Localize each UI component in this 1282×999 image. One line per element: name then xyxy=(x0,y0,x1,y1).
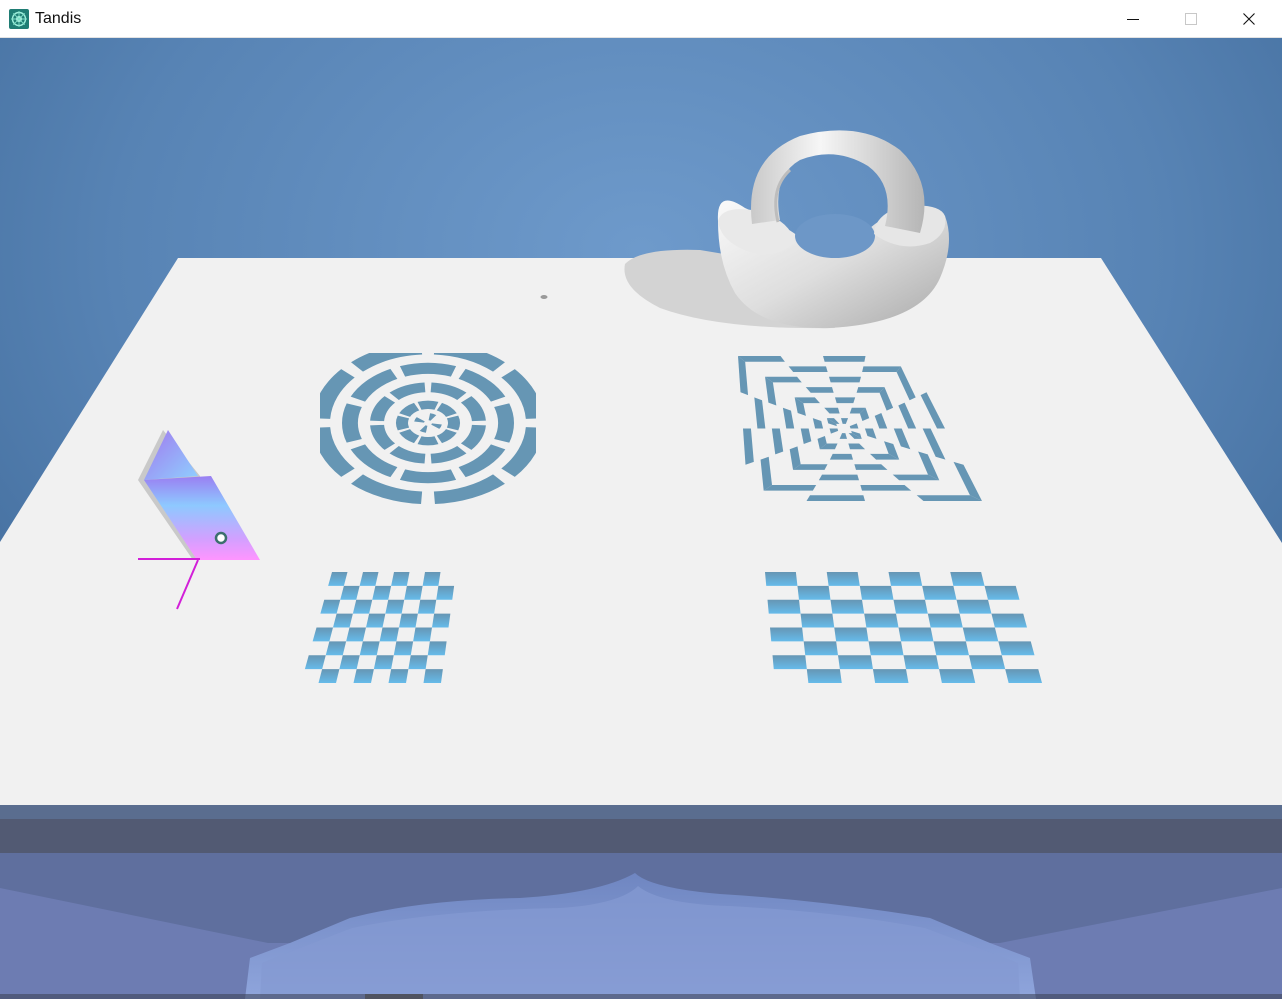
minimize-button[interactable] xyxy=(1104,0,1162,38)
checker-cell xyxy=(318,669,340,683)
checker-cell xyxy=(339,655,360,670)
checker-cell xyxy=(427,641,447,656)
table-edge-band xyxy=(0,805,1282,819)
small-dot-marker xyxy=(540,295,548,299)
checker-cell xyxy=(388,669,409,683)
checker-cell xyxy=(950,572,985,586)
checker-cell xyxy=(888,572,923,586)
checker-cell xyxy=(800,613,835,628)
checker-cell xyxy=(984,585,1020,600)
title-bar[interactable]: Tandis xyxy=(0,0,1282,38)
spiral-band xyxy=(823,356,866,362)
checker-cell xyxy=(826,572,860,586)
3d-viewport[interactable] xyxy=(0,38,1282,999)
checker-cell xyxy=(806,669,842,683)
checker-cell xyxy=(864,613,899,628)
spiral-band xyxy=(738,356,785,362)
checker-cell xyxy=(770,627,804,642)
cup-opening xyxy=(795,214,875,258)
checker-cell xyxy=(956,599,992,614)
checker-cell xyxy=(962,627,999,642)
app-window: Tandis xyxy=(0,0,1282,999)
checker-cell xyxy=(991,613,1027,628)
checker-cell xyxy=(379,627,399,642)
checker-cell xyxy=(898,627,934,642)
checker-cell xyxy=(893,599,928,614)
scene-canvas[interactable] xyxy=(0,38,1282,999)
checker-cell xyxy=(353,669,374,683)
checker-cell xyxy=(933,641,969,656)
checker-cell xyxy=(868,641,904,656)
checker-cell xyxy=(393,641,414,656)
checker-cell xyxy=(373,655,394,670)
bottom-edge xyxy=(0,994,1282,999)
spiral-band xyxy=(862,366,901,373)
close-icon xyxy=(1243,13,1255,25)
checker-cell xyxy=(939,669,976,683)
checker-cell xyxy=(830,599,865,614)
checker-cell xyxy=(1005,669,1042,683)
pivot-handle[interactable] xyxy=(214,531,228,545)
checker-cell xyxy=(922,585,957,600)
checker-cell xyxy=(797,585,831,600)
checker-cell xyxy=(359,641,380,656)
checker-cell xyxy=(838,655,873,670)
checker-cell xyxy=(413,627,432,642)
checker-cell xyxy=(436,585,455,600)
checker-cell xyxy=(834,627,869,642)
checker-cell xyxy=(765,572,798,586)
checker-cell xyxy=(385,599,405,614)
checker-cell xyxy=(372,585,392,600)
checker-cell xyxy=(408,655,428,670)
maximize-icon xyxy=(1185,13,1197,25)
spiral-band xyxy=(763,484,817,491)
checker-cell xyxy=(423,669,443,683)
minimize-icon xyxy=(1127,19,1139,20)
spiral-band xyxy=(829,453,853,460)
checker-cell xyxy=(404,585,423,600)
spiral-band xyxy=(860,484,912,491)
spiral-band xyxy=(818,474,859,481)
spiral-band xyxy=(829,376,861,383)
close-button[interactable] xyxy=(1220,0,1278,38)
checker-cell xyxy=(391,572,410,586)
table-shadow-band xyxy=(0,819,1282,853)
checker-cell xyxy=(803,641,838,656)
app-logo-icon xyxy=(9,9,29,29)
checker-cell xyxy=(772,655,807,670)
checker-cell xyxy=(366,613,386,628)
checker-cell xyxy=(417,599,437,614)
checker-cell xyxy=(872,669,909,683)
checker-cell xyxy=(346,627,366,642)
checker-cell xyxy=(998,641,1035,656)
spiral-band xyxy=(835,397,856,404)
spiral-band xyxy=(788,366,828,373)
checker-cell xyxy=(432,613,451,628)
checker-cell xyxy=(859,585,894,600)
checker-cell xyxy=(422,572,441,586)
checker-cell xyxy=(399,613,418,628)
checker-cell xyxy=(352,599,373,614)
maximize-button[interactable] xyxy=(1162,0,1220,38)
checker-cell xyxy=(767,599,801,614)
checker-cell xyxy=(903,655,940,670)
window-title: Tandis xyxy=(35,10,82,27)
checker-cell xyxy=(969,655,1006,670)
spiral-band xyxy=(806,495,865,501)
checker-cell xyxy=(927,613,963,628)
